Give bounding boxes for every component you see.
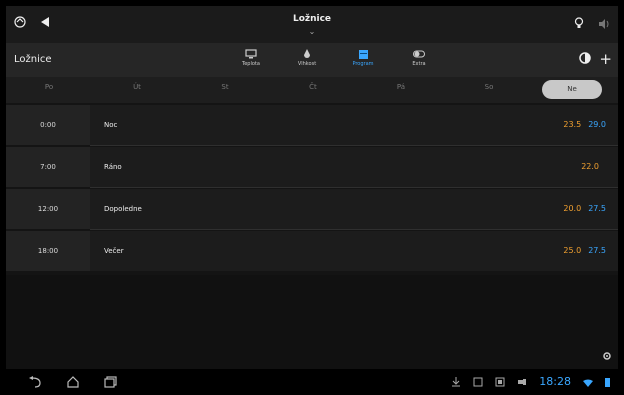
comfort-temp: 23.5	[563, 120, 582, 129]
clock: 18:28	[539, 375, 571, 388]
row-time: 7:00	[6, 147, 90, 187]
row-name: Ráno	[104, 163, 122, 171]
day-selector: Po Út St Čt Pá So Ne	[6, 77, 618, 103]
recent-apps-icon[interactable]	[104, 373, 118, 389]
drop-icon	[303, 47, 311, 61]
gallery-icon[interactable]	[495, 372, 505, 389]
comfort-temp: 22.0	[581, 162, 599, 171]
schedule-row[interactable]: 18:00 Večer 25.0 27.5	[6, 231, 618, 271]
row-temps: 20.0 27.5	[563, 189, 606, 229]
tab-teplota-label: Teplota	[242, 61, 260, 67]
day-ne[interactable]: Ne	[542, 80, 602, 99]
row-time: 18:00	[6, 231, 90, 271]
row-temps: 25.0 27.5	[563, 231, 606, 271]
battery-icon	[605, 372, 610, 389]
tab-vlhkost-label: Vlhkost	[297, 61, 317, 67]
home-nav-icon[interactable]	[66, 373, 80, 389]
row-divider	[90, 229, 618, 230]
system-nav-bar: 18:28	[6, 369, 618, 389]
day-so[interactable]: So	[459, 83, 519, 91]
row-time: 0:00	[6, 105, 90, 145]
device-frame: Ložnice ⌄ Ložnice Teplota Vlhkost Progra…	[0, 0, 624, 395]
screenshot-icon[interactable]	[473, 372, 483, 389]
day-ut[interactable]: Út	[107, 83, 167, 91]
schedule-row[interactable]: 0:00 Noc 23.5 29.0	[6, 105, 618, 145]
monitor-icon	[245, 47, 257, 61]
row-temps: 23.5 29.0	[563, 105, 606, 145]
mode-tabs: Teplota Vlhkost Program Extra	[232, 47, 438, 67]
row-name: Noc	[104, 121, 118, 129]
add-button[interactable]: +	[599, 50, 612, 68]
tab-extra-label: Extra	[412, 61, 426, 67]
row-temps: 22.0	[581, 147, 606, 187]
row-name: Večer	[104, 247, 124, 255]
chevron-down-icon[interactable]: ⌄	[6, 27, 618, 36]
page-title: Ložnice	[292, 14, 332, 24]
volume-icon[interactable]	[598, 14, 610, 33]
copy-icon[interactable]	[579, 50, 592, 68]
day-po[interactable]: Po	[19, 83, 79, 91]
row-time: 12:00	[6, 189, 90, 229]
tab-teplota[interactable]: Teplota	[232, 47, 270, 67]
day-pa[interactable]: Pá	[371, 83, 431, 91]
download-icon[interactable]	[451, 372, 461, 389]
back-nav-icon[interactable]	[28, 373, 42, 389]
comfort-temp: 25.0	[563, 246, 582, 255]
wifi-icon	[583, 372, 593, 389]
toggle-icon	[413, 47, 425, 61]
setback-temp: 27.5	[588, 204, 606, 213]
calendar-icon	[358, 47, 369, 61]
row-divider	[90, 187, 618, 188]
day-ct[interactable]: Čt	[283, 83, 343, 91]
lightbulb-icon[interactable]	[574, 14, 584, 33]
tab-program[interactable]: Program	[344, 47, 382, 67]
toolbar: Ložnice Teplota Vlhkost Program Extra +	[6, 43, 618, 77]
setback-temp: 27.5	[588, 246, 606, 255]
row-name: Dopoledne	[104, 205, 142, 213]
row-divider	[90, 145, 618, 146]
tab-program-label: Program	[352, 61, 374, 67]
settings-icon[interactable]	[602, 346, 612, 365]
app-screen: Ložnice ⌄ Ložnice Teplota Vlhkost Progra…	[6, 6, 618, 389]
title-bar: Ložnice ⌄	[6, 6, 618, 43]
tab-extra[interactable]: Extra	[400, 47, 438, 67]
room-name: Ložnice	[14, 54, 52, 65]
schedule-list: 0:00 Noc 23.5 29.0 7:00 Ráno 22.0 12:00 D…	[6, 105, 618, 275]
schedule-row[interactable]: 7:00 Ráno 22.0	[6, 147, 618, 187]
empty-area	[6, 275, 618, 371]
usb-icon[interactable]	[517, 372, 527, 389]
setback-temp: 29.0	[588, 120, 606, 129]
comfort-temp: 20.0	[563, 204, 582, 213]
day-st[interactable]: St	[195, 83, 255, 91]
tab-vlhkost[interactable]: Vlhkost	[288, 47, 326, 67]
schedule-row[interactable]: 12:00 Dopoledne 20.0 27.5	[6, 189, 618, 229]
